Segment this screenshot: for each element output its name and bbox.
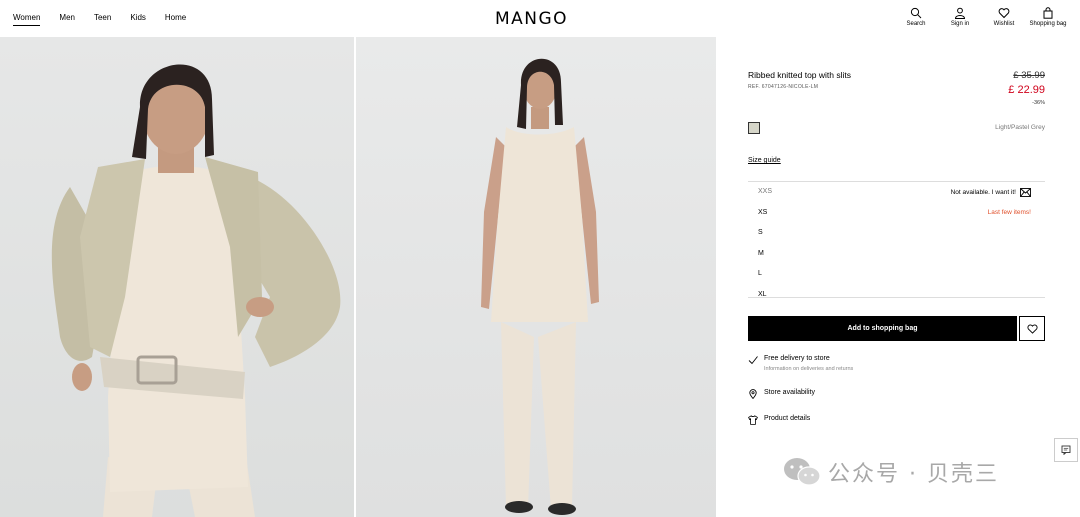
product-photo-full-length[interactable]	[356, 37, 716, 517]
nav-item-teen[interactable]: Teen	[94, 13, 111, 26]
add-to-shopping-bag-button[interactable]: Add to shopping bag	[748, 316, 1017, 341]
model-illustration-1	[51, 64, 341, 517]
search-button[interactable]: Search	[894, 7, 938, 27]
nav-item-home[interactable]: Home	[165, 13, 186, 26]
nav-item-men[interactable]: Men	[59, 13, 75, 26]
nav-item-kids[interactable]: Kids	[130, 13, 146, 26]
model-illustration-2	[481, 58, 599, 515]
product-details-link[interactable]: Product details	[748, 415, 810, 425]
selected-color-name: Light/Pastel Grey	[995, 124, 1045, 131]
free-delivery-info[interactable]: Free delivery to store Information on de…	[748, 355, 853, 372]
size-option-l[interactable]: L	[748, 264, 1045, 285]
search-label: Search	[906, 21, 926, 27]
size-option-xl[interactable]: XL	[748, 285, 1045, 298]
delivery-text-group: Free delivery to store Information on de…	[764, 355, 853, 372]
shopping-bag-label: Shopping bag	[1029, 21, 1067, 27]
size-option-xxs[interactable]: XXS Not available. I want it!	[748, 182, 1045, 203]
notify-me-text: Not available. I want it!	[950, 189, 1016, 196]
check-icon	[748, 356, 758, 365]
user-icon	[954, 7, 966, 19]
site-header: Women Men Teen Kids Home MANGO Search Si…	[0, 0, 1080, 37]
size-selector-list[interactable]: XXS Not available. I want it! XS Last fe…	[748, 181, 1045, 298]
delivery-subtitle[interactable]: Information on deliveries and returns	[764, 366, 853, 372]
product-photo-front-jacket[interactable]	[0, 37, 354, 517]
watermark-text: 公众号 · 贝壳三	[828, 462, 999, 487]
product-details-text: Product details	[764, 415, 811, 422]
store-availability-link[interactable]: Store availability	[748, 389, 815, 399]
size-label: XL	[758, 290, 767, 298]
chat-icon	[1061, 445, 1071, 455]
chat-widget-button[interactable]	[1054, 438, 1078, 462]
search-icon	[910, 7, 922, 19]
envelope-icon	[1020, 188, 1031, 197]
store-availability-text: Store availability	[764, 389, 815, 396]
header-actions: Search Sign in Wishlist Shopping bag	[894, 7, 1070, 27]
sign-in-button[interactable]: Sign in	[938, 7, 982, 27]
wishlist-button[interactable]: Wishlist	[982, 7, 1026, 27]
size-label: XXS	[758, 188, 773, 195]
shopping-bag-button[interactable]: Shopping bag	[1026, 7, 1070, 27]
wishlist-label: Wishlist	[993, 21, 1015, 27]
location-pin-icon	[749, 389, 757, 399]
size-label: S	[758, 229, 763, 236]
delivery-title: Free delivery to store	[764, 355, 830, 362]
sign-in-label: Sign in	[950, 21, 970, 27]
discount-badge: -36%	[1032, 100, 1045, 106]
wechat-watermark: 公众号 · 贝壳三	[782, 456, 999, 488]
brand-logo[interactable]: MANGO	[495, 9, 568, 29]
main-nav: Women Men Teen Kids Home	[13, 13, 205, 26]
size-option-xs[interactable]: XS Last few items!	[748, 203, 1045, 224]
sale-price: £ 22.99	[1008, 84, 1045, 96]
size-guide-link[interactable]: Size guide	[748, 157, 781, 164]
nav-item-women[interactable]: Women	[13, 13, 41, 26]
heart-icon	[1026, 324, 1038, 334]
size-availability-note[interactable]: Not available. I want it!	[951, 188, 1031, 197]
product-title: Ribbed knitted top with slits	[748, 70, 851, 80]
low-stock-note: Last few items!	[987, 208, 1031, 216]
color-swatch-light-pastel-grey[interactable]	[748, 122, 760, 134]
t-shirt-icon	[748, 415, 758, 425]
add-to-wishlist-button[interactable]	[1019, 316, 1045, 341]
size-option-m[interactable]: M	[748, 244, 1045, 265]
original-price: £ 35.99	[1013, 70, 1045, 81]
size-option-s[interactable]: S	[748, 223, 1045, 244]
wechat-logo-icon	[784, 458, 821, 486]
size-label: XS	[758, 208, 768, 216]
size-label: L	[758, 270, 762, 277]
size-label: M	[758, 249, 764, 257]
bag-icon	[1043, 7, 1053, 19]
product-reference: REF. 67047126-NICOLE-LM	[748, 84, 819, 90]
heart-icon	[998, 8, 1010, 19]
